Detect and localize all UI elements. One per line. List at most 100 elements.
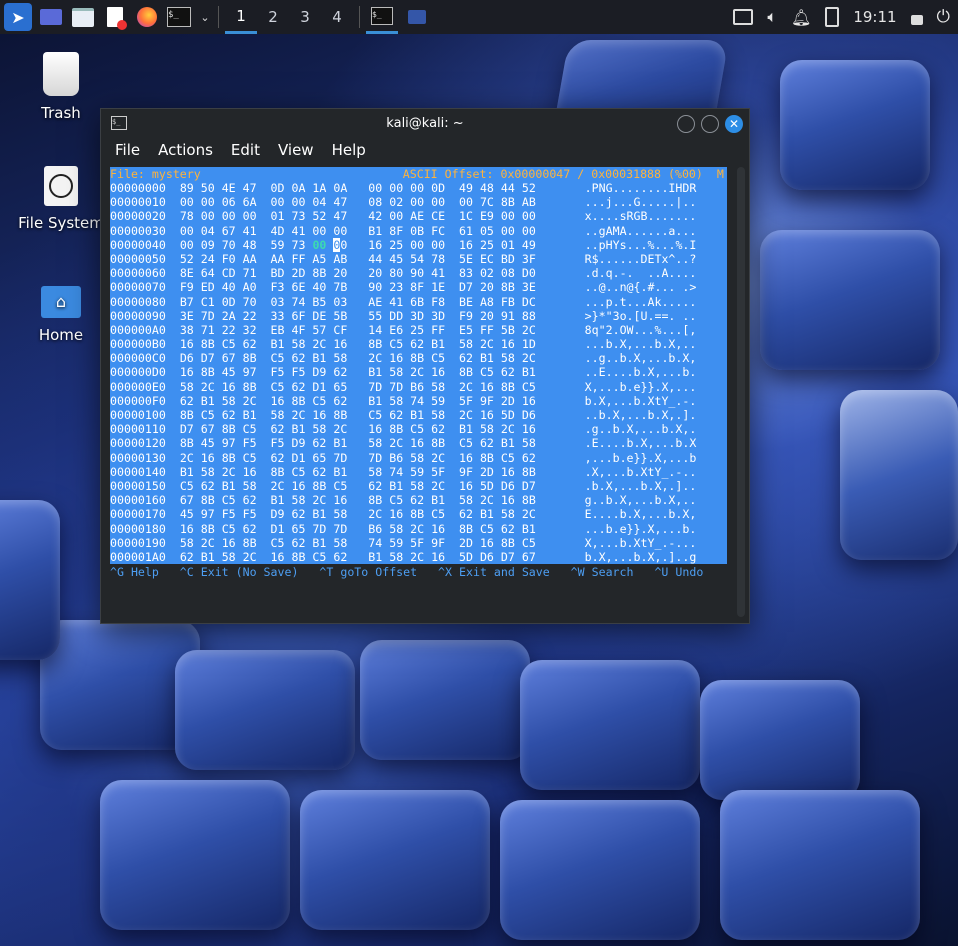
hex-row[interactable]: 00000070 F9 ED 40 A0 F3 6E 40 7B 90 23 8…	[110, 280, 727, 294]
clock[interactable]: 19:11	[853, 8, 896, 26]
file-manager-icon[interactable]	[70, 4, 96, 30]
hex-row[interactable]: 00000030 00 04 67 41 4D 41 00 00 B1 8F 0…	[110, 224, 727, 238]
hex-row[interactable]: 00000140 B1 58 2C 16 8B C5 62 B1 58 74 5…	[110, 465, 727, 479]
menu-actions[interactable]: Actions	[158, 141, 213, 159]
hex-row[interactable]: 00000080 B7 C1 0D 70 03 74 B5 03 AE 41 6…	[110, 295, 727, 309]
hex-ascii: ,...b.e}}.X,...b	[584, 450, 697, 465]
hex-bytes[interactable]: 45 97 F5 F5 D9 62 B1 58 2C 16 8B C5 62 B…	[180, 507, 536, 521]
hex-row[interactable]: 00000020 78 00 00 00 01 73 52 47 42 00 A…	[110, 209, 727, 223]
hex-bytes[interactable]: 2C 16 8B C5 62 D1 65 7D 7D B6 58 2C 16 8…	[180, 451, 536, 465]
show-desktop-icon[interactable]	[38, 4, 64, 30]
hex-bytes[interactable]: 58 2C 16 8B C5 62 B1 58 74 59 5F 9F 2D 1…	[180, 536, 536, 550]
volume-icon[interactable]: 🔈︎	[767, 7, 777, 27]
battery-icon[interactable]	[825, 7, 840, 27]
workspace-3[interactable]: 3	[289, 0, 321, 34]
desktop-icon-filesystem[interactable]: File System	[16, 166, 106, 232]
hex-row[interactable]: 00000100 8B C5 62 B1 58 2C 16 8B C5 62 B…	[110, 408, 727, 422]
hex-bytes[interactable]: 38 71 22 32 EB 4F 57 CF 14 E6 25 FF E5 F…	[180, 323, 536, 337]
hex-ascii: R$......DETx^..?	[584, 251, 697, 266]
lock-icon[interactable]	[910, 15, 923, 25]
hex-row[interactable]: 000000C0 D6 D7 67 8B C5 62 B1 58 2C 16 8…	[110, 351, 727, 365]
hex-row[interactable]: 000000B0 16 8B C5 62 B1 58 2C 16 8B C5 6…	[110, 337, 727, 351]
hex-bytes[interactable]: D6 D7 67 8B C5 62 B1 58 2C 16 8B C5 62 B…	[180, 351, 536, 365]
hex-dump[interactable]: 00000000 89 50 4E 47 0D 0A 1A 0A 00 00 0…	[110, 181, 727, 565]
hex-bytes[interactable]: 58 2C 16 8B C5 62 D1 65 7D 7D B6 58 2C 1…	[180, 380, 536, 394]
workspace-4[interactable]: 4	[321, 0, 353, 34]
hex-row[interactable]: 000000D0 16 8B 45 97 F5 F5 D9 62 B1 58 2…	[110, 365, 727, 379]
hex-row[interactable]: 00000150 C5 62 B1 58 2C 16 8B C5 62 B1 5…	[110, 479, 727, 493]
task-terminal-icon[interactable]: $_	[366, 0, 398, 34]
desktop-icon-trash[interactable]: Trash	[16, 52, 106, 122]
text-editor-icon[interactable]	[102, 4, 128, 30]
menu-file[interactable]: File	[115, 141, 140, 159]
hex-bytes[interactable]: 00 00 06 6A 00 00 04 47 08 02 00 00 00 7…	[180, 195, 536, 209]
hex-bytes[interactable]: 78 00 00 00 01 73 52 47 42 00 AE CE 1C E…	[180, 209, 536, 223]
hex-bytes[interactable]: 00 04 67 41 4D 41 00 00 B1 8F 0B FC 61 0…	[180, 224, 536, 238]
hex-bytes[interactable]: 8E 64 CD 71 BD 2D 8B 20 20 80 90 41 83 0…	[180, 266, 536, 280]
hex-bytes[interactable]: 3E 7D 2A 22 33 6F DE 5B 55 DD 3D 3D F9 2…	[180, 309, 536, 323]
hex-bytes[interactable]: F9 ED 40 A0 F3 6E 40 7B 90 23 8F 1E D7 2…	[180, 280, 536, 294]
workspace-2[interactable]: 2	[257, 0, 289, 34]
hex-row[interactable]: 00000010 00 00 06 6A 00 00 04 47 08 02 0…	[110, 195, 727, 209]
hex-bytes[interactable]: 62 B1 58 2C 16 8B C5 62 B1 58 74 59 5F 9…	[180, 394, 536, 408]
hex-row[interactable]: 000001A0 62 B1 58 2C 16 8B C5 62 B1 58 2…	[110, 550, 727, 564]
hex-bytes[interactable]: 16 8B C5 62 B1 58 2C 16 8B C5 62 B1 58 2…	[180, 337, 536, 351]
chevron-down-icon[interactable]: ⌄	[198, 4, 212, 30]
terminal-content[interactable]: File: mystery ASCII Offset: 0x00000047 / …	[110, 167, 727, 603]
window-titlebar[interactable]: $_ kali@kali: ~ ✕	[101, 109, 749, 137]
hex-row[interactable]: 00000050 52 24 F0 AA AA FF A5 AB 44 45 5…	[110, 252, 727, 266]
hex-offset: 00000140	[110, 464, 166, 479]
hex-row[interactable]: 00000040 00 09 70 48 59 73 00 00 16 25 0…	[110, 237, 727, 252]
menubar: File Actions Edit View Help	[101, 137, 749, 163]
close-button[interactable]: ✕	[725, 115, 743, 133]
task-window-icon[interactable]	[404, 4, 430, 30]
logout-icon[interactable]: ⏻	[937, 7, 950, 27]
menu-view[interactable]: View	[278, 141, 314, 159]
terminal-launcher-icon[interactable]: $_	[166, 4, 192, 30]
hex-bytes[interactable]: 16 8B C5 62 D1 65 7D 7D B6 58 2C 16 8B C…	[180, 522, 536, 536]
hexed-help-footer: ^G Help ^C Exit (No Save) ^T goTo Offset…	[110, 565, 704, 580]
hex-bytes[interactable]: 8B C5 62 B1 58 2C 16 8B C5 62 B1 58 2C 1…	[180, 408, 536, 422]
hex-row[interactable]: 00000160 67 8B C5 62 B1 58 2C 16 8B C5 6…	[110, 493, 727, 507]
hex-bytes[interactable]: 00 09 70 48 59 73 00 00 16 25 00 00 16 2…	[180, 237, 536, 252]
kali-menu-icon[interactable]: ➤	[4, 3, 32, 31]
hex-bytes[interactable]: B1 58 2C 16 8B C5 62 B1 58 74 59 5F 9F 2…	[180, 465, 536, 479]
scrollbar[interactable]	[737, 167, 745, 617]
hex-row[interactable]: 00000130 2C 16 8B C5 62 D1 65 7D 7D B6 5…	[110, 451, 727, 465]
hex-row[interactable]: 00000170 45 97 F5 F5 D9 62 B1 58 2C 16 8…	[110, 507, 727, 521]
workspace-1[interactable]: 1	[225, 0, 257, 34]
panel-separator	[359, 6, 360, 28]
hex-bytes[interactable]: 16 8B 45 97 F5 F5 D9 62 B1 58 2C 16 8B C…	[180, 365, 536, 379]
desktop-icon-home[interactable]: ⌂ Home	[16, 286, 106, 344]
hex-bytes[interactable]: 89 50 4E 47 0D 0A 1A 0A 00 00 00 0D 49 4…	[180, 181, 536, 195]
hex-bytes[interactable]: 62 B1 58 2C 16 8B C5 62 B1 58 2C 16 5D D…	[180, 550, 536, 564]
hex-offset: 000000E0	[110, 379, 166, 394]
hex-row[interactable]: 00000060 8E 64 CD 71 BD 2D 8B 20 20 80 9…	[110, 266, 727, 280]
status-filename: File: mystery	[110, 167, 201, 181]
display-icon[interactable]	[733, 9, 754, 25]
menu-edit[interactable]: Edit	[231, 141, 260, 159]
hex-bytes[interactable]: 67 8B C5 62 B1 58 2C 16 8B C5 62 B1 58 2…	[180, 493, 536, 507]
hex-bytes[interactable]: B7 C1 0D 70 03 74 B5 03 AE 41 6B F8 BE A…	[180, 295, 536, 309]
hex-row[interactable]: 000000A0 38 71 22 32 EB 4F 57 CF 14 E6 2…	[110, 323, 727, 337]
hex-row[interactable]: 00000190 58 2C 16 8B C5 62 B1 58 74 59 5…	[110, 536, 727, 550]
firefox-icon[interactable]	[134, 4, 160, 30]
hex-row[interactable]: 000000F0 62 B1 58 2C 16 8B C5 62 B1 58 7…	[110, 394, 727, 408]
hex-row[interactable]: 00000120 8B 45 97 F5 F5 D9 62 B1 58 2C 1…	[110, 436, 727, 450]
hex-row[interactable]: 00000110 D7 67 8B C5 62 B1 58 2C 16 8B C…	[110, 422, 727, 436]
notification-bell-icon[interactable]: 🔔︎	[791, 8, 811, 27]
hex-bytes[interactable]: D7 67 8B C5 62 B1 58 2C 16 8B C5 62 B1 5…	[180, 422, 536, 436]
hex-row[interactable]: 00000180 16 8B C5 62 D1 65 7D 7D B6 58 2…	[110, 522, 727, 536]
hex-offset: 00000050	[110, 251, 166, 266]
hex-row[interactable]: 00000090 3E 7D 2A 22 33 6F DE 5B 55 DD 3…	[110, 309, 727, 323]
hex-row[interactable]: 00000000 89 50 4E 47 0D 0A 1A 0A 00 00 0…	[110, 181, 727, 195]
hex-bytes[interactable]: C5 62 B1 58 2C 16 8B C5 62 B1 58 2C 16 5…	[180, 479, 536, 493]
maximize-button[interactable]	[701, 115, 719, 133]
hex-row[interactable]: 000000E0 58 2C 16 8B C5 62 D1 65 7D 7D B…	[110, 380, 727, 394]
hex-offset: 00000090	[110, 308, 166, 323]
desktop-icon-label: File System	[18, 214, 104, 232]
hex-bytes[interactable]: 52 24 F0 AA AA FF A5 AB 44 45 54 78 5E E…	[180, 252, 536, 266]
menu-help[interactable]: Help	[332, 141, 366, 159]
hex-bytes[interactable]: 8B 45 97 F5 F5 D9 62 B1 58 2C 16 8B C5 6…	[180, 436, 536, 450]
minimize-button[interactable]	[677, 115, 695, 133]
